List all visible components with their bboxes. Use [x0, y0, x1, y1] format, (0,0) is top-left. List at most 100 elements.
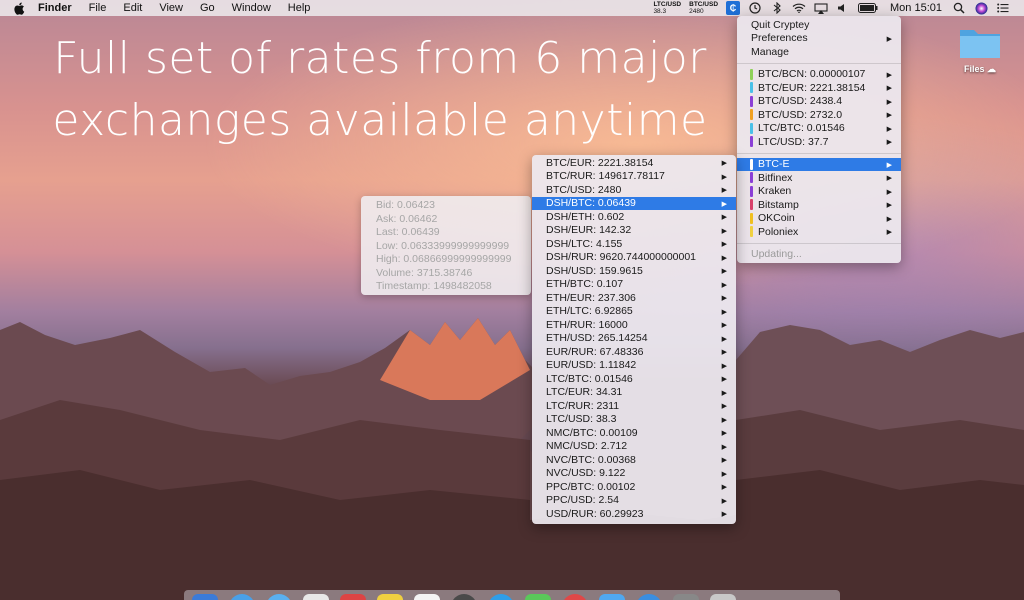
pair-menu-item[interactable]: BTC/RUR: 149617.78117 ▶ [532, 170, 736, 184]
cryptey-icon[interactable]: ₵ [726, 1, 741, 15]
pair-menu-item[interactable]: PPC/BTC: 0.00102 ▶ [532, 480, 736, 494]
exchange-menu-item-btce[interactable]: BTC-E ▶ [737, 157, 901, 171]
exchange-menu-item-okcoin[interactable]: OKCoin ▶ [737, 212, 901, 226]
itunes-dock-icon[interactable] [562, 594, 588, 600]
pair-menu-item[interactable]: DSH/RUR: 9620.744000000001 ▶ [532, 251, 736, 265]
pair-label: DSH/RUR: 9620.744000000001 [546, 251, 697, 264]
volume-icon[interactable] [836, 2, 850, 14]
wifi-icon[interactable] [792, 2, 806, 14]
tooltip-ask: Ask: 0.06462 [376, 212, 438, 225]
pair-menu-item[interactable]: DSH/BTC: 0.06439 ▶ [532, 196, 736, 210]
app-store-dock-icon[interactable] [599, 594, 625, 600]
pair-menu-item[interactable]: ETH/USD: 265.14254 ▶ [532, 332, 736, 346]
time-machine-icon[interactable] [748, 2, 762, 14]
submenu-arrow-icon: ▶ [886, 98, 892, 106]
pair-menu-item[interactable]: NMC/BTC: 0.00109 ▶ [532, 426, 736, 440]
pair-label: ETH/EUR: 237.306 [546, 291, 636, 304]
finder-dock-icon[interactable] [192, 594, 218, 600]
trash-dock-icon[interactable] [710, 594, 736, 600]
pair-menu-item[interactable]: DSH/EUR: 142.32 ▶ [532, 224, 736, 238]
pair-menu-item[interactable]: NVC/USD: 9.122 ▶ [532, 467, 736, 481]
submenu-arrow-icon: ▶ [886, 215, 892, 223]
pair-menu-item[interactable]: BTC/EUR: 2221.38154 ▶ [532, 156, 736, 170]
pair-menu-item[interactable]: DSH/USD: 159.9615 ▶ [532, 264, 736, 278]
manage-menu-item[interactable]: Manage [737, 45, 901, 59]
menu-finder[interactable]: Finder [38, 2, 72, 14]
pair-menu-item[interactable]: ETH/LTC: 6.92865 ▶ [532, 305, 736, 319]
exchange-label: OKCoin [758, 212, 795, 225]
pair-label: ETH/LTC: 6.92865 [546, 305, 633, 318]
rate-menu-item[interactable]: BTC/USD: 2438.4 ▶ [737, 95, 901, 109]
siri-dock-icon[interactable] [229, 594, 255, 600]
files-folder[interactable]: Files ☁ [952, 26, 1008, 75]
clock[interactable]: Mon 15:01 [890, 2, 942, 14]
system-prefs-dock-icon[interactable] [636, 594, 662, 600]
headline-line-1: Full set of rates from 6 major [53, 33, 707, 84]
airplay-icon[interactable] [814, 2, 828, 14]
menu-edit[interactable]: Edit [123, 2, 142, 14]
search-icon[interactable] [952, 2, 966, 14]
menu-help[interactable]: Help [288, 2, 311, 14]
mail-dock-icon[interactable] [488, 594, 514, 600]
launchpad-dock-icon[interactable] [266, 594, 292, 600]
pair-menu-item[interactable]: PPC/USD: 2.54 ▶ [532, 494, 736, 508]
pair-menu-item[interactable]: EUR/RUR: 67.48336 ▶ [532, 345, 736, 359]
quit-menu-item[interactable]: Quit Cryptey [737, 18, 901, 32]
notes-dock-icon[interactable] [377, 594, 403, 600]
safari-dock-icon[interactable] [451, 594, 477, 600]
pair-label: DSH/ETH: 0.602 [546, 210, 625, 223]
folder-dock-icon[interactable] [673, 594, 699, 600]
rate-label: BTC/BCN: 0.00000107 [758, 68, 866, 81]
submenu-arrow-icon: ▶ [886, 175, 892, 182]
rate-menu-item[interactable]: BTC/USD: 2732.0 ▶ [737, 108, 901, 122]
contacts-dock-icon[interactable] [303, 594, 329, 600]
messages-dock-icon[interactable] [525, 594, 551, 600]
pair-label: DSH/EUR: 142.32 [546, 224, 632, 237]
pair-menu-item[interactable]: BTC/USD: 2480 ▶ [532, 183, 736, 197]
pair-menu-item[interactable]: ETH/BTC: 0.107 ▶ [532, 278, 736, 292]
pair-label: BTC/EUR: 2221.38154 [546, 156, 654, 169]
submenu-arrow-icon: ▶ [721, 322, 727, 329]
pair-menu-item[interactable]: DSH/ETH: 0.602 ▶ [532, 210, 736, 224]
pair-menu-item[interactable]: DSH/LTC: 4.155 ▶ [532, 237, 736, 251]
pair-menu-item[interactable]: NVC/BTC: 0.00368 ▶ [532, 453, 736, 467]
pair-menu-item[interactable]: LTC/RUR: 2311 ▶ [532, 399, 736, 413]
menu-window[interactable]: Window [232, 2, 271, 14]
submenu-arrow-icon: ▶ [886, 229, 892, 236]
apple-icon[interactable] [12, 1, 26, 15]
ticker-btc-usd[interactable]: BTC/USD 2480 [689, 1, 718, 15]
exchange-menu-item-bitfinex[interactable]: Bitfinex ▶ [737, 171, 901, 185]
rate-menu-item[interactable]: BTC/EUR: 2221.38154 ▶ [737, 81, 901, 95]
ticker-ltc-usd[interactable]: LTC/USD 38.3 [653, 1, 681, 15]
menu-file[interactable]: File [89, 2, 107, 14]
exchange-label: BTC-E [758, 158, 790, 171]
tooltip-last: Last: 0.06439 [376, 226, 440, 238]
pair-menu-item[interactable]: LTC/BTC: 0.01546 ▶ [532, 372, 736, 386]
battery-icon[interactable] [858, 2, 878, 14]
siri-icon[interactable] [974, 2, 988, 14]
pair-menu-item[interactable]: USD/RUR: 60.29923 ▶ [532, 507, 736, 521]
color-swatch [750, 185, 753, 197]
menu-go[interactable]: Go [200, 2, 215, 14]
rate-menu-item[interactable]: LTC/USD: 37.7 ▶ [737, 135, 901, 149]
pair-menu-item[interactable]: EUR/USD: 1.11842 ▶ [532, 359, 736, 373]
submenu-arrow-icon: ▶ [721, 187, 727, 194]
rate-menu-item[interactable]: LTC/BTC: 0.01546 ▶ [737, 122, 901, 136]
pair-label: EUR/RUR: 67.48336 [546, 345, 644, 358]
pair-menu-item[interactable]: ETH/EUR: 237.306 ▶ [532, 291, 736, 305]
calendar-dock-icon[interactable] [340, 594, 366, 600]
exchange-menu-item-poloniex[interactable]: Poloniex ▶ [737, 225, 901, 239]
exchange-menu-item-bitstamp[interactable]: Bitstamp ▶ [737, 198, 901, 212]
exchange-menu-item-kraken[interactable]: Kraken ▶ [737, 185, 901, 199]
bluetooth-icon[interactable] [770, 2, 784, 14]
list-icon[interactable] [996, 2, 1010, 14]
pair-menu-item[interactable]: LTC/EUR: 34.31 ▶ [532, 386, 736, 400]
reminders-dock-icon[interactable] [414, 594, 440, 600]
pair-menu-item[interactable]: LTC/USD: 38.3 ▶ [532, 413, 736, 427]
pair-menu-item[interactable]: ETH/RUR: 16000 ▶ [532, 318, 736, 332]
pair-label: LTC/EUR: 34.31 [546, 386, 623, 399]
menu-view[interactable]: View [159, 2, 183, 14]
pair-menu-item[interactable]: NMC/USD: 2.712 ▶ [532, 440, 736, 454]
preferences-menu-item[interactable]: Preferences ▶ [737, 32, 901, 46]
rate-menu-item[interactable]: BTC/BCN: 0.00000107 ▶ [737, 68, 901, 82]
